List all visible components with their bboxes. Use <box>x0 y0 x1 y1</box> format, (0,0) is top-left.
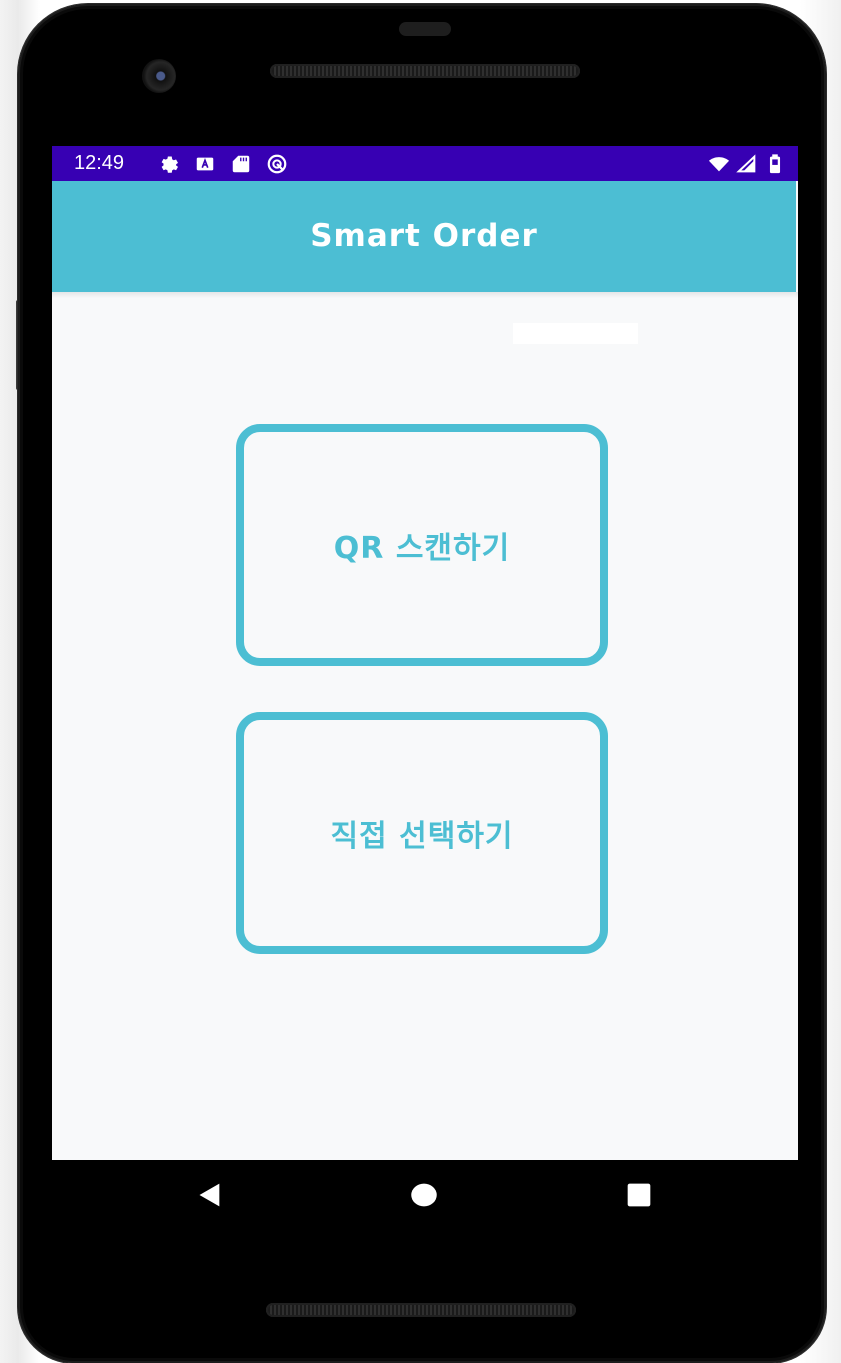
status-bar: 12:49 <box>52 146 798 181</box>
qr-scan-button[interactable]: QR 스캔하기 <box>236 424 608 666</box>
bottom-speaker <box>266 1303 576 1317</box>
cell-signal-icon <box>736 153 758 175</box>
font-a-icon <box>194 153 216 175</box>
device-screen: 12:49 Smart Order QR 스캔하기 직접 선택하기 <box>52 146 798 1160</box>
direct-select-button-label: 직접 선택하기 <box>330 819 514 854</box>
settings-icon <box>158 153 180 175</box>
app-bar-shadow <box>52 292 798 298</box>
battery-icon <box>764 153 786 175</box>
front-camera-icon <box>142 59 176 93</box>
qr-scan-button-label: QR 스캔하기 <box>333 531 511 566</box>
status-system-icons <box>708 152 786 176</box>
status-notification-icons <box>158 152 288 176</box>
wifi-icon <box>708 153 730 175</box>
earpiece-speaker <box>270 64 580 78</box>
home-icon[interactable] <box>407 1178 441 1212</box>
sync-icon <box>266 153 288 175</box>
recent-apps-icon[interactable] <box>622 1178 656 1212</box>
navigation-bar <box>52 1160 798 1230</box>
back-icon[interactable] <box>191 1178 225 1212</box>
status-time: 12:49 <box>74 152 125 174</box>
page-title: Smart Order <box>310 218 538 254</box>
proximity-sensor <box>399 22 451 36</box>
sd-card-icon <box>230 153 252 175</box>
blank-placeholder-box <box>513 323 638 344</box>
direct-select-button[interactable]: 직접 선택하기 <box>236 712 608 954</box>
